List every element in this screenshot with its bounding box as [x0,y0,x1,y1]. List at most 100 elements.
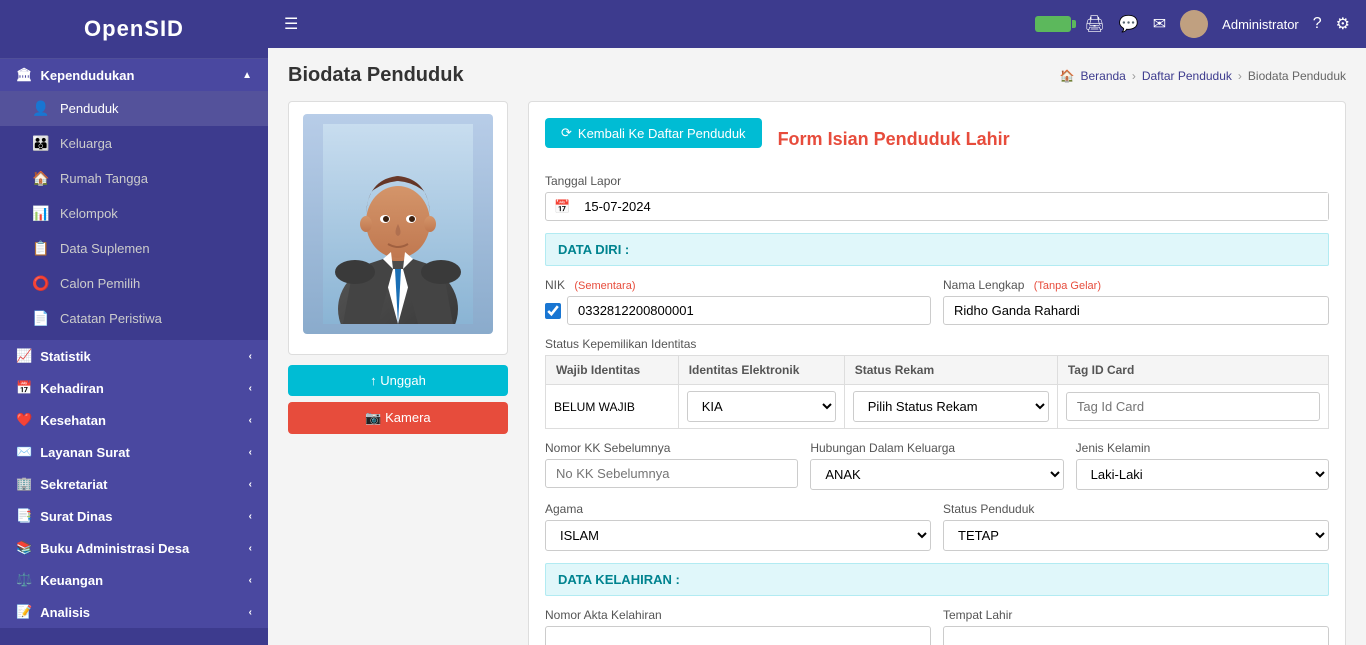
book-icon: 📚 [16,540,32,556]
calendar-icon: 📅 [16,380,32,396]
print-icon[interactable]: 🖨 [1085,14,1105,34]
admin-name: Administrator [1222,17,1299,32]
letter-icon: ✉️ [16,444,32,460]
tempat-lahir-col: Tempat Lahir [943,608,1329,645]
settings-icon[interactable]: ⚙ [1336,14,1350,34]
jenis-kelamin-label: Jenis Kelamin [1076,441,1329,455]
sidebar-item-catatan-peristiwa[interactable]: 📄 Catatan Peristiwa [0,301,268,336]
tag-id-input[interactable] [1066,392,1320,421]
status-kepemilikan-group: Status Kepemilikan Identitas Wajib Ident… [545,337,1329,429]
sidebar-item-calon-pemilih[interactable]: ⭕ Calon Pemilih [0,266,268,301]
camera-button[interactable]: 📷 Kamera [288,402,508,434]
kk-hubungan-jk-row: Nomor KK Sebelumnya Hubungan Dalam Kelua… [545,441,1329,490]
chart-icon: 📈 [16,348,32,364]
page-header: Biodata Penduduk 🏠 Beranda › Daftar Pend… [288,64,1346,87]
breadcrumb: 🏠 Beranda › Daftar Penduduk › Biodata Pe… [1060,69,1346,83]
money-icon: ⚖️ [16,572,32,588]
agama-label: Agama [545,502,931,516]
sidebar-section-surat-dinas[interactable]: 📑 Surat Dinas ‹ [0,500,268,532]
tanggal-lapor-label: Tanggal Lapor [545,174,1329,188]
breadcrumb-home[interactable]: Beranda [1080,69,1125,83]
sidebar-section-buku-admin[interactable]: 📚 Buku Administrasi Desa ‹ [0,532,268,564]
sidebar-item-data-suplemen[interactable]: 📋 Data Suplemen [0,231,268,266]
nomor-akta-input[interactable] [545,626,931,645]
form-title: Form Isian Penduduk Lahir [778,129,1010,150]
sidebar-item-rumah-tangga[interactable]: 🏠 Rumah Tangga [0,161,268,196]
hubungan-label: Hubungan Dalam Keluarga [810,441,1063,455]
chat-icon[interactable]: 💬 [1119,14,1139,34]
agama-status-row: Agama ISLAM KRISTEN KATHOLIK HINDU BUDHA… [545,502,1329,551]
jenis-kelamin-select[interactable]: Laki-Laki Perempuan [1076,459,1329,490]
page-title: Biodata Penduduk [288,64,464,87]
sidebar-section-kehadiran[interactable]: 📅 Kehadiran ‹ [0,372,268,404]
form-header-row: ⟳ Kembali Ke Daftar Penduduk Form Isian … [545,118,1329,160]
jenis-kelamin-col: Jenis Kelamin Laki-Laki Perempuan [1076,441,1329,490]
photo-panel: ↑ Unggah 📷 Kamera [288,101,508,434]
status-rekam-select[interactable]: Pilih Status Rekam Sudah Rekam Belum Rek… [853,391,1049,422]
col-tag-id: Tag ID Card [1057,356,1328,385]
help-icon[interactable]: ? [1313,15,1322,33]
nik-col: NIK (Sementara) [545,278,931,325]
chevron-icon: ‹ [249,607,252,618]
sidebar-section-layanan-surat[interactable]: ✉️ Layanan Surat ‹ [0,436,268,468]
photo-placeholder [303,114,493,334]
identity-table: Wajib Identitas Identitas Elektronik Sta… [545,355,1329,429]
nik-input[interactable] [567,296,931,325]
sidebar-section-analisis[interactable]: 📝 Analisis ‹ [0,596,268,628]
nomor-kk-input[interactable] [545,459,798,488]
hamburger-icon[interactable]: ☰ [284,14,298,34]
chevron-icon: ‹ [249,383,252,394]
status-penduduk-label: Status Penduduk [943,502,1329,516]
content-area: Biodata Penduduk 🏠 Beranda › Daftar Pend… [268,48,1366,645]
nik-checkbox[interactable] [545,303,561,319]
analysis-icon: 📝 [16,604,32,620]
sidebar-item-label: Keluarga [60,136,112,151]
mail-icon[interactable]: ✉ [1153,14,1166,34]
office-icon: 🏢 [16,476,32,492]
sidebar-item-kelompok[interactable]: 📊 Kelompok [0,196,268,231]
sidebar-section-keuangan[interactable]: ⚖️ Keuangan ‹ [0,564,268,596]
upload-button[interactable]: ↑ Unggah [288,365,508,396]
col-wajib-identitas: Wajib Identitas [546,356,679,385]
sidebar-section-kesehatan[interactable]: ❤️ Kesehatan ‹ [0,404,268,436]
agama-select[interactable]: ISLAM KRISTEN KATHOLIK HINDU BUDHA KONGH… [545,520,931,551]
hubungan-col: Hubungan Dalam Keluarga ANAK KEPALA KELU… [810,441,1063,490]
data-icon: 📋 [32,240,50,257]
hubungan-select[interactable]: ANAK KEPALA KELUARGA ISTRI ORANG TUA [810,459,1063,490]
sidebar-section-kependudukan[interactable]: 🏛 Kependudukan ▲ [0,59,268,91]
breadcrumb-level1[interactable]: Daftar Penduduk [1142,69,1232,83]
tag-id-td [1057,385,1328,429]
sidebar-item-penduduk[interactable]: 👤 Penduduk [0,91,268,126]
tanggal-lapor-input-wrapper: 📅 [545,192,1329,221]
sidebar-section-statistik[interactable]: 📈 Statistik ‹ [0,340,268,372]
sidebar-item-keluarga[interactable]: 👪 Keluarga [0,126,268,161]
calendar-icon: 📅 [546,199,578,215]
col-identitas-elektronik: Identitas Elektronik [678,356,844,385]
form-panel: ⟳ Kembali Ke Daftar Penduduk Form Isian … [528,101,1346,645]
wajib-identitas-value: BELUM WAJIB [546,385,679,429]
nama-label: Nama Lengkap (Tanpa Gelar) [943,278,1329,292]
tanggal-lapor-input[interactable] [578,193,1328,220]
vote-icon: ⭕ [32,275,50,292]
chevron-down-icon: ▲ [242,70,252,81]
nomor-akta-col: Nomor Akta Kelahiran [545,608,931,645]
col-status-rekam: Status Rekam [844,356,1057,385]
home-icon: 🏠 [1060,69,1075,83]
tempat-lahir-input[interactable] [943,626,1329,645]
health-icon: ❤️ [16,412,32,428]
group-icon: 📊 [32,205,50,222]
identity-row: BELUM WAJIB KIA KTP Tidak Ada [546,385,1329,429]
sidebar-section-sekretariat[interactable]: 🏢 Sekretariat ‹ [0,468,268,500]
doc-icon: 📑 [16,508,32,524]
identitas-elektronik-select[interactable]: KIA KTP Tidak Ada [687,391,836,422]
section-data-kelahiran: DATA KELAHIRAN : [545,563,1329,596]
status-penduduk-select[interactable]: TETAP TIDAK TETAP PERANTAU [943,520,1329,551]
topnav: ☰ 🖨 💬 ✉ Administrator ? ⚙ [268,0,1366,48]
sidebar: OpenSID 🏛 Kependudukan ▲ 👤 Penduduk 👪 Ke… [0,0,268,645]
akta-tempat-row: Nomor Akta Kelahiran Tempat Lahir [545,608,1329,645]
nama-input[interactable] [943,296,1329,325]
person-icon: 👤 [32,100,50,117]
identitas-elektronik-td: KIA KTP Tidak Ada [678,385,844,429]
nik-nama-row: NIK (Sementara) Nama Lengkap (Ta [545,278,1329,325]
back-button[interactable]: ⟳ Kembali Ke Daftar Penduduk [545,118,762,148]
